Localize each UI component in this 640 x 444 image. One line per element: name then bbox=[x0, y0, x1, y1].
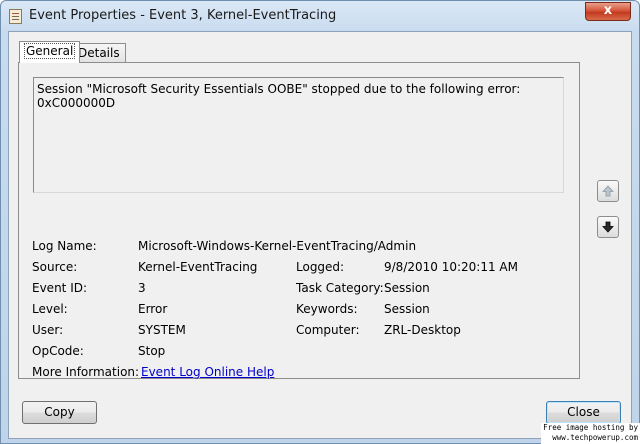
watermark: Free image hosting by www.techpowerup.co… bbox=[541, 423, 640, 444]
event-log-online-help-link[interactable]: Event Log Online Help bbox=[141, 365, 274, 379]
logged-value: 9/8/2010 10:20:11 AM bbox=[384, 260, 518, 274]
previous-event-button[interactable] bbox=[597, 180, 619, 202]
log-name-value: Microsoft-Windows-Kernel-EventTracing/Ad… bbox=[138, 239, 417, 253]
keywords-label: Keywords: bbox=[296, 302, 358, 316]
event-viewer-app-icon bbox=[9, 9, 22, 24]
user-value: SYSTEM bbox=[138, 323, 186, 337]
watermark-line-1: Free image hosting by bbox=[543, 423, 638, 432]
computer-label: Computer: bbox=[296, 323, 360, 337]
computer-value: ZRL-Desktop bbox=[384, 323, 461, 337]
opcode-label: OpCode: bbox=[32, 344, 84, 358]
level-label: Level: bbox=[32, 302, 68, 316]
task-category-label: Task Category: bbox=[296, 281, 384, 295]
more-information-label: More Information: bbox=[32, 365, 140, 379]
tab-general-label: General bbox=[23, 43, 76, 59]
window-title: Event Properties - Event 3, Kernel-Event… bbox=[29, 8, 337, 23]
log-name-label: Log Name: bbox=[32, 239, 97, 253]
opcode-value: Stop bbox=[138, 344, 166, 358]
watermark-line-2: www.techpowerup.com bbox=[552, 433, 638, 442]
logged-label: Logged: bbox=[296, 260, 345, 274]
event-id-label: Event ID: bbox=[32, 281, 88, 295]
window-close-button[interactable]: x bbox=[585, 2, 631, 21]
keywords-value: Session bbox=[384, 302, 430, 316]
close-button[interactable]: Close bbox=[546, 401, 621, 424]
next-event-button[interactable] bbox=[597, 216, 619, 238]
arrow-down-icon bbox=[602, 221, 614, 233]
source-label: Source: bbox=[32, 260, 78, 274]
user-label: User: bbox=[32, 323, 64, 337]
task-category-value: Session bbox=[384, 281, 430, 295]
level-value: Error bbox=[138, 302, 168, 316]
event-properties-window: Event Properties - Event 3, Kernel-Event… bbox=[0, 0, 640, 444]
dialog-client-area: General Details Session "Microsoft Secur… bbox=[8, 31, 632, 439]
copy-button[interactable]: Copy bbox=[22, 401, 97, 424]
general-tab-panel: Session "Microsoft Security Essentials O… bbox=[18, 62, 580, 379]
event-description-box[interactable]: Session "Microsoft Security Essentials O… bbox=[33, 77, 564, 193]
title-bar[interactable]: Event Properties - Event 3, Kernel-Event… bbox=[1, 1, 639, 31]
arrow-up-icon bbox=[602, 185, 614, 197]
event-id-value: 3 bbox=[138, 281, 146, 295]
source-value: Kernel-EventTracing bbox=[138, 260, 258, 274]
tab-general[interactable]: General bbox=[19, 41, 81, 63]
